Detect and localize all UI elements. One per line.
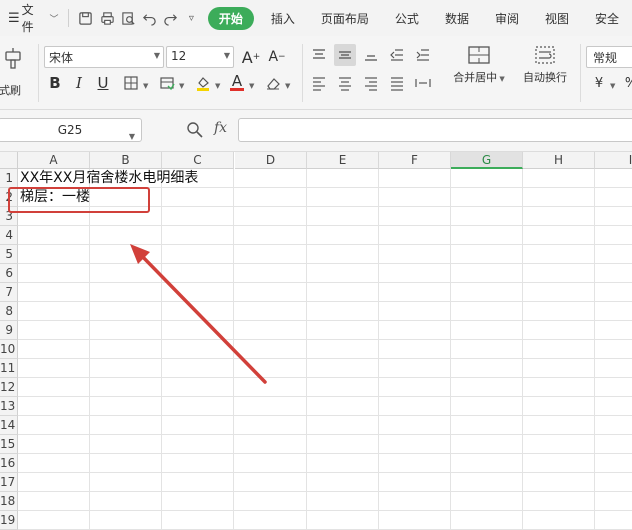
spreadsheet-window: ☰ 文件 ﹀ ▿ 开始 插入 页面布局 公式 数据 审阅 视图 安全 式刷 宋体…: [0, 0, 632, 530]
arrow-annotation: [130, 244, 267, 384]
